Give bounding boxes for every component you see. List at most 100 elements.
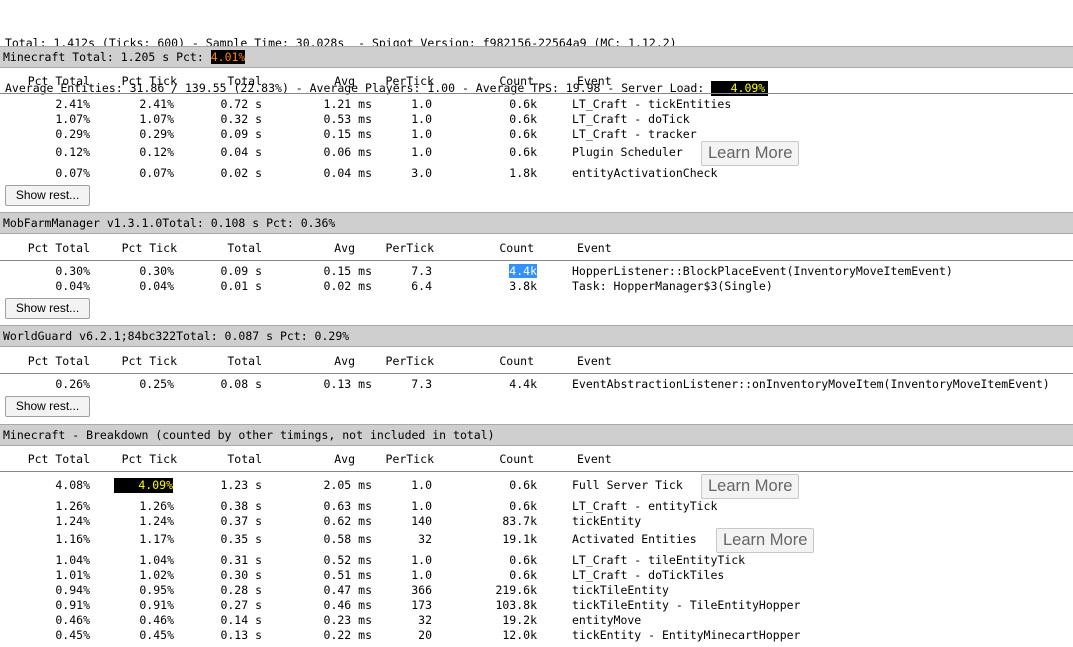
cell-total: 0.02 s [220, 166, 262, 180]
table-row: 0.45% 0.45% 0.13 s 0.22 ms 20 12.0k tick… [0, 628, 1073, 643]
col-per-tick: PerTick [385, 354, 434, 368]
cell-event: entityActivationCheck [572, 166, 718, 180]
cell-event: LT_Craft - tracker [572, 127, 697, 141]
col-pct-tick: Pct Tick [121, 241, 177, 255]
table-row: 0.12% 0.12% 0.04 s 0.06 ms 1.0 0.6k Plug… [0, 145, 1073, 160]
cell-avg: 2.05 ms [323, 478, 372, 492]
learn-more-button[interactable]: Learn More [701, 474, 800, 499]
section-pct-highlight: 4.01% [210, 50, 246, 64]
table-row: 1.16% 1.17% 0.35 s 0.58 ms 32 19.1k Acti… [0, 532, 1073, 547]
cell-total: 0.04 s [220, 145, 262, 159]
cell-pct-tick: 0.04% [139, 279, 174, 293]
cell-avg: 0.52 ms [323, 553, 372, 567]
cell-count: 0.6k [509, 553, 537, 567]
section-header-minecraft-total: Minecraft Total: 1.205 s Pct: 4.01% [0, 46, 1073, 68]
col-count: Count [499, 241, 534, 255]
show-rest-button[interactable]: Show rest... [5, 298, 90, 319]
show-rest-button[interactable]: Show rest... [5, 185, 90, 206]
col-total: Total [227, 241, 262, 255]
cell-pct-tick: 1.24% [139, 514, 174, 528]
cell-pct-tick: 0.07% [139, 166, 174, 180]
cell-total: 0.27 s [220, 598, 262, 612]
cell-count: 19.2k [502, 613, 537, 627]
cell-pct-total: 0.30% [55, 264, 90, 278]
col-avg: Avg [334, 452, 355, 466]
cell-event: Task: HopperManager$3(Single) [572, 279, 773, 293]
cell-count: 4.4k [509, 377, 537, 391]
table-row: 0.91% 0.91% 0.27 s 0.46 ms 173 103.8k ti… [0, 598, 1073, 613]
cell-pct-total: 0.46% [55, 613, 90, 627]
table-row: 0.04% 0.04% 0.01 s 0.02 ms 6.4 3.8k Task… [0, 279, 1073, 294]
col-event: Event [577, 452, 612, 466]
cell-count: 19.1k [502, 532, 537, 546]
col-pct-total: Pct Total [27, 452, 90, 466]
cell-pct-tick: 0.95% [139, 583, 174, 597]
cell-per-tick: 6.4 [411, 279, 432, 293]
cell-avg: 0.04 ms [323, 166, 372, 180]
cell-event: tickEntity [572, 514, 642, 528]
column-header-row: Pct Total Pct Tick Total Avg PerTick Cou… [0, 237, 1073, 261]
cell-pct-tick-highlight: 4.09% [114, 478, 173, 493]
cell-pct-total: 1.01% [55, 568, 90, 582]
col-per-tick: PerTick [385, 452, 434, 466]
cell-avg: 0.13 ms [323, 377, 372, 391]
learn-more-button[interactable]: Learn More [701, 141, 800, 166]
col-count: Count [499, 74, 534, 88]
cell-pct-tick: 1.17% [139, 532, 174, 546]
column-header-row: Pct Total Pct Tick Total Avg PerTick Cou… [0, 350, 1073, 374]
cell-per-tick: 1.0 [411, 97, 432, 111]
table-row: 0.07% 0.07% 0.02 s 0.04 ms 3.0 1.8k enti… [0, 166, 1073, 181]
cell-per-tick: 1.0 [411, 553, 432, 567]
cell-event: LT_Craft - doTickTiles [572, 568, 725, 582]
cell-pct-total: 0.94% [55, 583, 90, 597]
col-pct-total: Pct Total [27, 241, 90, 255]
cell-count: 0.6k [509, 112, 537, 126]
cell-pct-tick: 1.02% [139, 568, 174, 582]
cell-per-tick: 173 [411, 598, 432, 612]
cell-pct-tick: 0.30% [139, 264, 174, 278]
table-row: 1.07% 1.07% 0.32 s 0.53 ms 1.0 0.6k LT_C… [0, 112, 1073, 127]
cell-count: 4.4k [440, 264, 537, 279]
cell-total: 0.35 s [220, 532, 262, 546]
cell-count: 103.8k [495, 598, 537, 612]
cell-avg: 0.15 ms [323, 127, 372, 141]
col-event: Event [577, 354, 612, 368]
col-per-tick: PerTick [385, 241, 434, 255]
col-total: Total [227, 452, 262, 466]
cell-total: 0.32 s [220, 112, 262, 126]
cell-per-tick: 3.0 [411, 166, 432, 180]
cell-pct-tick: 1.04% [139, 553, 174, 567]
cell-event: LT_Craft - entityTick [572, 499, 718, 513]
table-row: 1.26% 1.26% 0.38 s 0.63 ms 1.0 0.6k LT_C… [0, 499, 1073, 514]
cell-pct-total: 0.29% [55, 127, 90, 141]
cell-event: LT_Craft - tileEntityTick [572, 553, 746, 567]
cell-total: 0.13 s [220, 628, 262, 642]
cell-total: 0.37 s [220, 514, 262, 528]
table-row: 2.41% 2.41% 0.72 s 1.21 ms 1.0 0.6k LT_C… [0, 97, 1073, 112]
section-title: Minecraft Total: 1.205 s Pct: [3, 50, 211, 64]
cell-per-tick: 1.0 [411, 112, 432, 126]
cell-pct-tick: 2.41% [139, 97, 174, 111]
cell-total: 0.30 s [220, 568, 262, 582]
cell-event: LT_Craft - tickEntities [572, 97, 732, 111]
cell-pct-tick: 0.91% [139, 598, 174, 612]
col-avg: Avg [334, 354, 355, 368]
cell-pct-total: 0.04% [55, 279, 90, 293]
show-rest-button[interactable]: Show rest... [5, 396, 90, 417]
cell-per-tick: 140 [411, 514, 432, 528]
cell-pct-total: 1.24% [55, 514, 90, 528]
cell-per-tick: 32 [418, 532, 432, 546]
cell-pct-total: 1.07% [55, 112, 90, 126]
table-row: 0.26% 0.25% 0.08 s 0.13 ms 7.3 4.4k Even… [0, 377, 1073, 392]
cell-pct-total: 2.41% [55, 97, 90, 111]
table-row: 0.94% 0.95% 0.28 s 0.47 ms 366 219.6k ti… [0, 583, 1073, 598]
cell-total: 0.72 s [220, 97, 262, 111]
cell-total: 0.38 s [220, 499, 262, 513]
cell-count: 83.7k [502, 514, 537, 528]
cell-event: Plugin Scheduler [572, 145, 683, 159]
cell-event: tickTileEntity - TileEntityHopper [572, 598, 801, 612]
table-row: 0.30% 0.30% 0.09 s 0.15 ms 7.3 4.4k Hopp… [0, 264, 1073, 279]
learn-more-button[interactable]: Learn More [716, 528, 815, 553]
cell-pct-tick: 0.25% [139, 377, 174, 391]
cell-event: tickTileEntity [572, 583, 669, 597]
